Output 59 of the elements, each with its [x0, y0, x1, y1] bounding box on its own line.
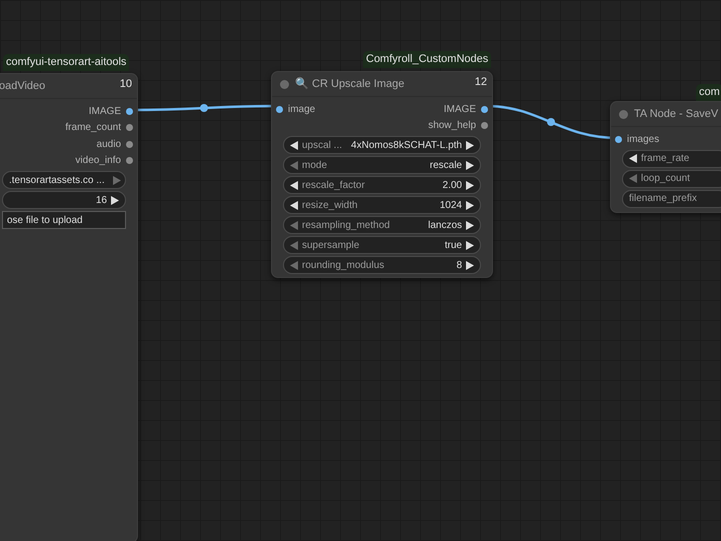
widget-label: frame_rate	[641, 152, 690, 166]
right-triangle-icon[interactable]	[466, 160, 474, 170]
widget-value: rescale	[430, 158, 462, 172]
right-triangle-icon[interactable]	[111, 196, 119, 204]
slot-label: audio	[96, 138, 121, 152]
widget-value: 1024	[440, 198, 462, 212]
combo-widget[interactable]: .tensorartassets.co ...	[2, 171, 126, 189]
combo-widget[interactable]: mode rescale	[283, 156, 481, 174]
number-widget[interactable]: rounding_modulus 8	[283, 256, 481, 274]
widget-value: lanczos	[428, 218, 462, 232]
node-badge: comfyui-tensorart-aitools	[3, 54, 130, 71]
right-triangle-icon[interactable]	[466, 200, 474, 210]
slot-label: video_info	[75, 154, 121, 168]
number-widget[interactable]: resize_width 1024	[283, 196, 481, 214]
number-widget[interactable]: 16	[2, 191, 126, 209]
widget-value: 4xNomos8kSCHAT-L.pth	[351, 138, 462, 152]
right-triangle-icon[interactable]	[466, 260, 474, 270]
widget-value: 8	[456, 258, 462, 272]
node-badge: Comfyroll_CustomNodes	[363, 51, 492, 68]
left-triangle-icon[interactable]	[290, 180, 298, 190]
number-widget[interactable]: loop_count	[622, 170, 721, 188]
node-id: 10	[120, 77, 132, 92]
widget-label: resampling_method	[302, 218, 390, 232]
node-title: TA Node - SaveV	[634, 106, 718, 122]
right-triangle-icon[interactable]	[466, 220, 474, 230]
slot-label: IMAGE	[88, 104, 121, 119]
combo-widget[interactable]: upscal ... 4xNomos8kSCHAT-L.pth	[283, 136, 481, 154]
widget-label: mode	[302, 158, 328, 172]
combo-widget[interactable]: resampling_method lanczos	[283, 216, 481, 234]
left-triangle-icon[interactable]	[290, 200, 298, 210]
left-triangle-icon[interactable]	[629, 154, 637, 163]
number-widget[interactable]: rescale_factor 2.00	[283, 176, 481, 194]
slot-label: IMAGE	[444, 102, 476, 117]
combo-widget[interactable]: supersample true	[283, 236, 481, 254]
slot-label: images	[627, 132, 660, 147]
slot-label: frame_count	[65, 121, 121, 136]
widget-label: rounding_modulus	[302, 258, 384, 272]
slot-label: show_help	[428, 119, 476, 134]
slot-label: image	[288, 102, 316, 117]
widget-label: filename_prefix	[629, 192, 697, 206]
widget-value: 2.00	[442, 178, 462, 192]
node-badge: com	[696, 84, 721, 101]
widget-label: supersample	[302, 238, 360, 252]
widget-value: 16	[96, 194, 107, 208]
left-triangle-icon[interactable]	[290, 140, 298, 150]
widget-value: true	[444, 238, 462, 252]
widget-label: rescale_factor	[302, 178, 365, 192]
right-triangle-icon[interactable]	[466, 140, 474, 150]
right-triangle-icon[interactable]	[466, 240, 474, 250]
text-widget[interactable]: filename_prefix	[622, 190, 721, 208]
node-id: 12	[474, 75, 487, 90]
widget-label: upscal ...	[302, 138, 342, 152]
widget-label: loop_count	[641, 172, 690, 186]
widget-label: resize_width	[302, 198, 358, 212]
upload-button[interactable]: ose file to upload	[2, 211, 126, 229]
node-title: 🔍 CR Upscale Image	[295, 76, 404, 92]
right-triangle-icon[interactable]	[466, 180, 474, 190]
widget-label: .tensorartassets.co ...	[9, 174, 105, 188]
number-widget[interactable]: frame_rate	[622, 150, 721, 168]
